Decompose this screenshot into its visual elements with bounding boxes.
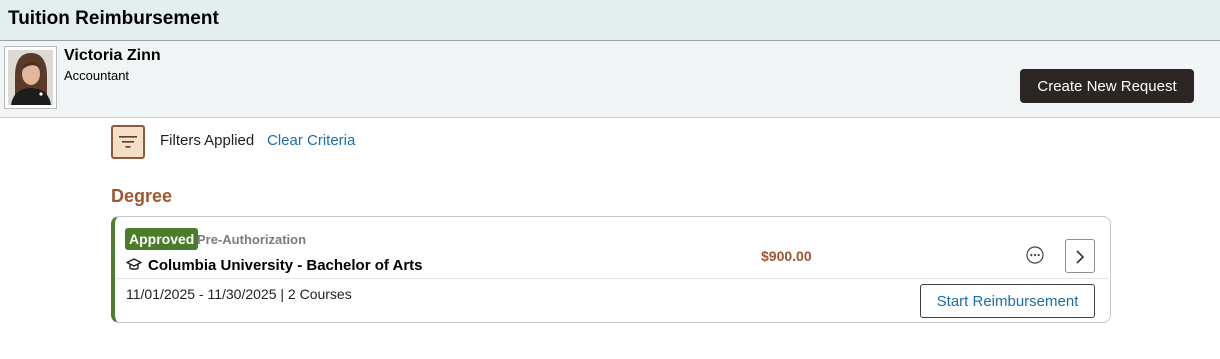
- filter-icon: [119, 136, 137, 148]
- section-heading-degree: Degree: [111, 186, 173, 206]
- request-amount: $900.00: [761, 248, 812, 264]
- filter-button[interactable]: [111, 125, 145, 159]
- employee-name: Victoria Zinn: [64, 47, 161, 64]
- status-badge: Approved: [125, 228, 199, 250]
- employee-banner: Victoria Zinn Accountant Create New Requ…: [0, 41, 1220, 118]
- page-title: Tuition Reimbursement: [8, 8, 219, 29]
- date-range-courses: 11/01/2025 - 11/30/2025 | 2 Courses: [126, 286, 352, 302]
- view-details-button[interactable]: [1065, 239, 1095, 273]
- graduation-cap-icon: [126, 258, 142, 270]
- clear-criteria-link[interactable]: Clear Criteria: [267, 132, 355, 149]
- more-options-icon[interactable]: [1025, 245, 1045, 265]
- avatar: [4, 46, 57, 109]
- request-type: Pre-Authorization: [197, 232, 307, 247]
- chevron-right-icon: [1076, 250, 1085, 264]
- filters-applied-label: Filters Applied: [160, 132, 255, 149]
- card-divider: [115, 278, 1111, 279]
- employee-job-title: Accountant: [64, 68, 130, 83]
- course-name: Columbia University - Bachelor of Arts: [148, 257, 423, 274]
- page-header: Tuition Reimbursement: [0, 0, 1220, 41]
- create-new-request-button[interactable]: Create New Request: [1020, 69, 1194, 103]
- start-reimbursement-button[interactable]: Start Reimbursement: [920, 284, 1095, 318]
- request-card[interactable]: Approved Pre-Authorization Columbia Univ…: [111, 216, 1111, 323]
- employee-photo: [8, 50, 53, 105]
